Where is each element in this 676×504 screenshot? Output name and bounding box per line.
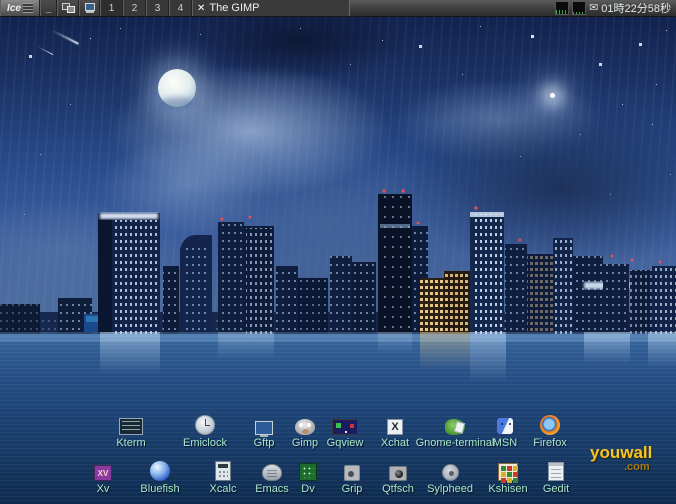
cpu-monitor-icon[interactable]: [555, 1, 569, 15]
terminal-icon: [119, 418, 143, 435]
taskbar: Ice _ 1 2 3 4 ✕ The GIMP: [0, 0, 676, 17]
workspace-label: 2: [132, 3, 138, 14]
taskbar-clock[interactable]: 01時22分58秒: [601, 0, 673, 16]
xv-icon: XV: [94, 465, 112, 481]
icewm-logo-stripes: [23, 3, 33, 13]
firefox-icon: [540, 415, 560, 435]
task-label: The GIMP: [209, 2, 259, 14]
xchat-icon: X: [387, 419, 403, 435]
gimp-task-icon: ✕: [197, 3, 205, 14]
show-desktop-button[interactable]: _: [40, 0, 57, 16]
desktop-icon-firefox[interactable]: Firefox: [502, 411, 598, 449]
workspace-button-3[interactable]: 3: [146, 0, 169, 16]
workspace-button-2[interactable]: 2: [123, 0, 146, 16]
workspace-button-4[interactable]: 4: [169, 0, 192, 16]
net-monitor-icon[interactable]: [572, 1, 586, 15]
workspace-button-1[interactable]: 1: [100, 0, 123, 16]
text-editor-icon: [548, 462, 564, 481]
show-desktop-icon: _: [46, 3, 52, 14]
desktop-icon-gedit[interactable]: Gedit: [508, 457, 604, 495]
window-list-icon: [62, 3, 75, 13]
start-menu-label: Ice: [7, 3, 21, 14]
desktop-screen: Ice _ 1 2 3 4 ✕ The GIMP: [0, 0, 676, 504]
clock-icon: [195, 415, 215, 435]
bluefish-icon: [150, 461, 170, 481]
workspace-label: 1: [109, 3, 115, 14]
mailbox-icon[interactable]: ✉: [589, 3, 598, 13]
start-menu-button[interactable]: Ice: [0, 0, 40, 16]
desktop-icon-label: Gedit: [508, 483, 604, 495]
system-tray: ✉ 01時22分58秒: [555, 0, 676, 16]
taskbar-task-gimp[interactable]: ✕ The GIMP: [192, 0, 350, 16]
watermark-suffix: .com: [624, 462, 652, 473]
desktop-icon-label: Firefox: [502, 437, 598, 449]
taskbar-empty-area: [350, 0, 555, 16]
window-list-button[interactable]: [57, 0, 79, 16]
workspace-label: 3: [155, 3, 161, 14]
display-settings-button[interactable]: [79, 0, 100, 16]
workspace-label: 4: [178, 3, 184, 14]
sylpheed-icon: [442, 464, 459, 481]
display-icon: [84, 3, 96, 13]
